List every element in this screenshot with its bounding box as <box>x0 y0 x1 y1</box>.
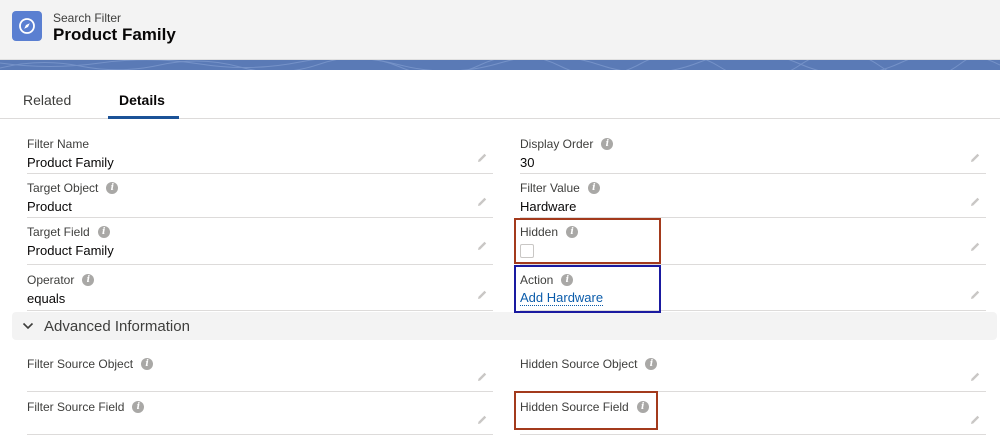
edit-pencil-icon[interactable] <box>475 239 489 253</box>
advanced-information-section-toggle[interactable]: Advanced Information <box>12 312 997 340</box>
info-icon[interactable]: i <box>132 401 145 413</box>
edit-pencil-icon[interactable] <box>968 370 982 384</box>
field-hidden-source-object: Hidden Source Object i <box>520 350 986 392</box>
field-filter-name: Filter Name Product Family <box>27 130 493 174</box>
tab-details[interactable]: Details <box>119 92 165 108</box>
field-operator: Operator i equals <box>27 266 493 311</box>
info-icon[interactable]: i <box>587 182 600 194</box>
field-filter-value: Filter Value i Hardware <box>520 174 986 218</box>
field-display-order: Display Order i 30 <box>520 130 986 174</box>
field-label: Action <box>520 273 554 287</box>
chevron-down-icon <box>22 322 34 330</box>
compass-icon <box>12 11 42 41</box>
record-header: Search Filter Product Family <box>0 0 1000 60</box>
edit-pencil-icon[interactable] <box>968 240 982 254</box>
field-label: Filter Source Field <box>27 400 125 414</box>
field-value: Product Family <box>27 155 114 170</box>
field-label: Operator <box>27 273 75 287</box>
edit-pencil-icon[interactable] <box>475 370 489 384</box>
field-value: Hardware <box>520 199 577 214</box>
edit-pencil-icon[interactable] <box>475 151 489 165</box>
field-label: Hidden <box>520 225 559 239</box>
field-target-field: Target Field i Product Family <box>27 218 493 265</box>
field-target-object: Target Object i Product <box>27 174 493 218</box>
tab-related[interactable]: Related <box>23 92 71 108</box>
field-label: Target Object <box>27 181 99 195</box>
info-icon[interactable]: i <box>566 226 579 238</box>
field-label: Filter Source Object <box>27 357 134 371</box>
field-value: equals <box>27 291 66 306</box>
section-title: Advanced Information <box>44 318 190 335</box>
info-icon[interactable]: i <box>561 274 574 286</box>
info-icon[interactable]: i <box>106 182 119 194</box>
edit-pencil-icon[interactable] <box>968 195 982 209</box>
field-value: 30 <box>520 155 535 170</box>
edit-pencil-icon[interactable] <box>475 413 489 427</box>
field-label: Display Order <box>520 137 594 151</box>
field-hidden-source-field: Hidden Source Field i <box>520 393 986 435</box>
field-label: Hidden Source Object <box>520 357 638 371</box>
field-hidden: Hidden i <box>520 218 986 265</box>
info-icon[interactable]: i <box>82 274 95 286</box>
action-link[interactable]: Add Hardware <box>520 291 604 306</box>
object-label: Search Filter <box>53 11 122 25</box>
field-filter-source-object: Filter Source Object i <box>27 350 493 392</box>
info-icon[interactable]: i <box>97 226 110 238</box>
edit-pencil-icon[interactable] <box>475 288 489 302</box>
active-tab-indicator <box>108 116 179 119</box>
hidden-checkbox[interactable] <box>520 244 534 258</box>
field-label: Target Field <box>27 225 90 239</box>
edit-pencil-icon[interactable] <box>968 288 982 302</box>
edit-pencil-icon[interactable] <box>968 413 982 427</box>
record-tabs: Related Details <box>0 72 1000 119</box>
field-filter-source-field: Filter Source Field i <box>27 393 493 435</box>
field-value: Product Family <box>27 243 114 258</box>
field-label: Filter Value <box>520 181 580 195</box>
field-action: Action i Add Hardware <box>520 266 986 311</box>
field-label: Hidden Source Field <box>520 400 629 414</box>
info-icon[interactable]: i <box>636 401 649 413</box>
edit-pencil-icon[interactable] <box>475 195 489 209</box>
page-title: Product Family <box>53 25 176 44</box>
info-icon[interactable]: i <box>141 358 154 370</box>
field-value: Product <box>27 199 72 214</box>
decorative-banner <box>0 60 1000 70</box>
info-icon[interactable]: i <box>601 138 614 150</box>
info-icon[interactable]: i <box>645 358 658 370</box>
edit-pencil-icon[interactable] <box>968 151 982 165</box>
field-label: Filter Name <box>27 137 90 151</box>
